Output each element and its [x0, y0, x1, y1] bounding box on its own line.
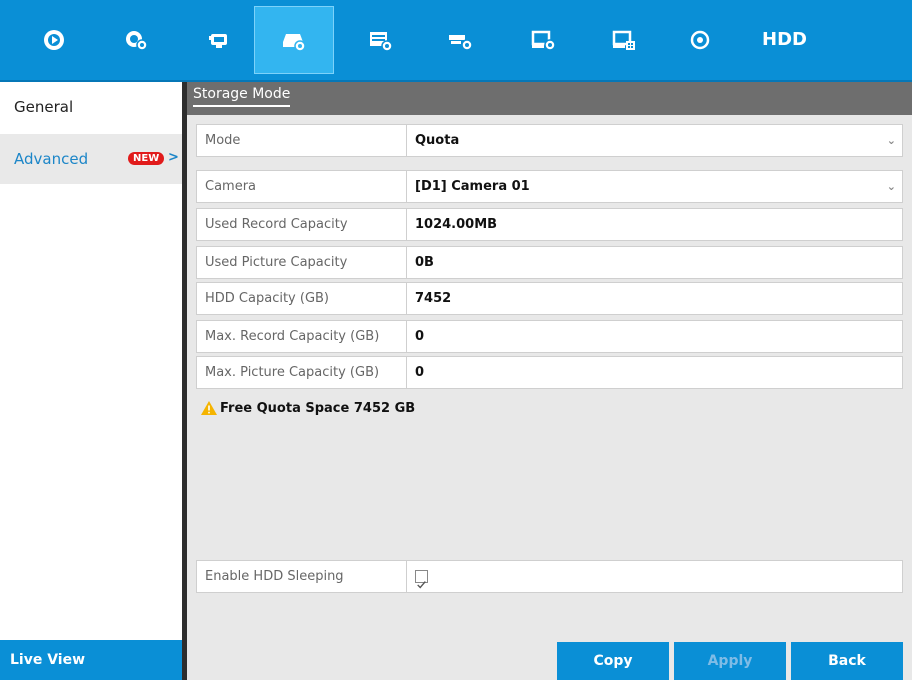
hdd-sleeping-checkbox[interactable] — [415, 570, 428, 589]
top-toolbar: HDD — [0, 0, 912, 82]
page-title: HDD — [762, 29, 807, 50]
main-panel: Storage Mode Mode Quota ⌄ Camera [D1] Ca… — [187, 82, 912, 680]
network-monitor-icon[interactable] — [604, 0, 644, 80]
max-picture-input[interactable]: 0 — [407, 357, 902, 388]
free-quota-notice: Free Quota Space 7452 GB — [200, 400, 415, 416]
copy-button[interactable]: Copy — [557, 642, 669, 680]
hdd-capacity-value: 7452 — [415, 291, 452, 306]
system-monitor-icon[interactable] — [523, 0, 563, 80]
tab-storage-mode[interactable]: Storage Mode — [193, 86, 291, 107]
section-header: Storage Mode — [187, 82, 912, 115]
camera-value: [D1] Camera 01 — [415, 179, 530, 194]
chevron-right-icon: > — [168, 150, 179, 165]
play-circle-icon[interactable] — [34, 0, 74, 80]
used-picture-row: Used Picture Capacity 0B — [196, 246, 903, 279]
used-record-row: Used Record Capacity 1024.00MB — [196, 208, 903, 241]
used-picture-value: 0B — [415, 255, 434, 270]
live-view-button[interactable]: Live View — [0, 640, 182, 680]
max-picture-label: Max. Picture Capacity (GB) — [197, 357, 407, 388]
mode-value: Quota — [415, 133, 460, 148]
hdd-sleeping-label: Enable HDD Sleeping — [197, 561, 407, 592]
new-badge: NEW — [128, 152, 165, 165]
checkmark-icon — [417, 581, 426, 589]
camera-settings-icon[interactable] — [116, 0, 156, 80]
hdd-sleeping-field — [407, 561, 902, 592]
hdd-capacity-label: HDD Capacity (GB) — [197, 283, 407, 314]
hdd-storage-icon[interactable] — [254, 6, 334, 74]
used-picture-label: Used Picture Capacity — [197, 247, 407, 278]
mode-row: Mode Quota ⌄ — [196, 124, 903, 157]
chevron-down-icon: ⌄ — [886, 180, 896, 193]
camera-row: Camera [D1] Camera 01 ⌄ — [196, 170, 903, 203]
sidebar-item-general[interactable]: General — [0, 82, 182, 132]
sidebar-item-label: General — [14, 98, 74, 116]
camera-select[interactable]: [D1] Camera 01 ⌄ — [407, 171, 902, 202]
chevron-down-icon: ⌄ — [886, 134, 896, 147]
sidebar-item-advanced[interactable]: Advanced NEW > — [0, 134, 182, 184]
max-record-row: Max. Record Capacity (GB) 0 — [196, 320, 903, 353]
maintenance-icon[interactable] — [680, 0, 720, 80]
mode-select[interactable]: Quota ⌄ — [407, 125, 902, 156]
apply-button[interactable]: Apply — [674, 642, 786, 680]
warning-icon — [201, 401, 217, 415]
used-record-label: Used Record Capacity — [197, 209, 407, 240]
camera-label: Camera — [197, 171, 407, 202]
free-quota-text: Free Quota Space 7452 GB — [220, 400, 416, 416]
max-record-label: Max. Record Capacity (GB) — [197, 321, 407, 352]
sidebar-item-label: Advanced — [14, 150, 89, 168]
event-icon[interactable] — [360, 0, 400, 80]
record-icon[interactable] — [200, 0, 240, 80]
max-record-input[interactable]: 0 — [407, 321, 902, 352]
hdd-sleeping-row: Enable HDD Sleeping — [196, 560, 903, 593]
max-picture-row: Max. Picture Capacity (GB) 0 — [196, 356, 903, 389]
hdd-capacity-row: HDD Capacity (GB) 7452 — [196, 282, 903, 315]
used-record-value: 1024.00MB — [415, 217, 498, 232]
ptz-camera-icon[interactable] — [440, 0, 480, 80]
sidebar: General Advanced NEW > Live View — [0, 82, 182, 680]
mode-label: Mode — [197, 125, 407, 156]
back-button[interactable]: Back — [791, 642, 903, 680]
